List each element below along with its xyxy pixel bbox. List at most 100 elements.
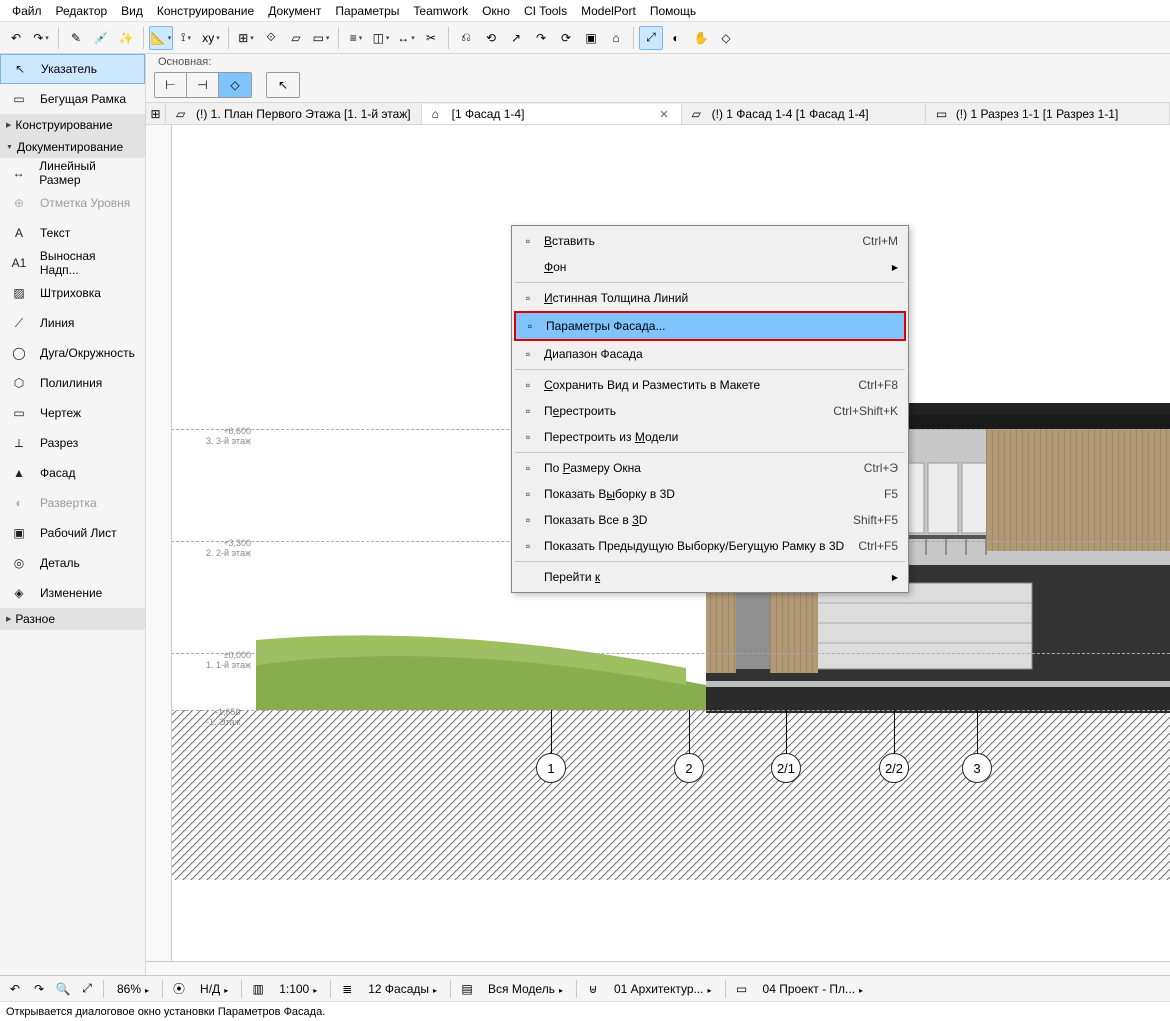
sb-zoom-fit[interactable]: ⤢ xyxy=(76,979,98,999)
tool-hatch[interactable]: ▨Штриховка xyxy=(0,278,145,308)
geom-mode-2[interactable]: ⊣ xyxy=(187,73,219,97)
viewport[interactable]: +6,6003. 3-й этаж+3,3002. 2-й этаж±0,000… xyxy=(146,125,1170,975)
trace-button[interactable]: ▱ xyxy=(284,26,308,50)
tab-1[interactable]: ⌂[1 Фасад 1-4]✕ xyxy=(422,104,682,125)
sb-redo[interactable]: ↷ xyxy=(28,979,50,999)
toggle-e[interactable]: ⟳ xyxy=(554,26,578,50)
eyedropper-button[interactable]: ✎ xyxy=(64,26,88,50)
toolbox-section-design[interactable]: Конструирование xyxy=(0,114,145,136)
grid-line xyxy=(977,710,978,754)
tab-grid-button[interactable]: ⊞ xyxy=(146,103,166,124)
ctx-item-11[interactable]: ▫По Размеру ОкнаCtrl+Э xyxy=(514,455,906,481)
ctx-item-3[interactable]: ▫Истинная Толщина Линий xyxy=(514,285,906,311)
geom-mode-3[interactable]: ◇ xyxy=(219,73,251,97)
ctx-item-0[interactable]: ▫ВставитьCtrl+M xyxy=(514,228,906,254)
sb-scale[interactable]: 1:100 xyxy=(271,982,325,996)
sb-model-icon[interactable]: ▤ xyxy=(456,979,478,999)
ctx-item-13[interactable]: ▫Показать Все в 3DShift+F5 xyxy=(514,507,906,533)
ctx-item-4[interactable]: ▫Параметры Фасада... xyxy=(514,311,906,341)
syringe-button[interactable]: 💉 xyxy=(89,26,113,50)
menu-view[interactable]: Вид xyxy=(115,2,149,20)
toolbox-section-misc[interactable]: Разное xyxy=(0,608,145,630)
toggle-d[interactable]: ↷ xyxy=(529,26,553,50)
menu-editor[interactable]: Редактор xyxy=(50,2,114,20)
toolbox-section-document[interactable]: Документирование xyxy=(0,136,145,158)
tab-3[interactable]: ▭(!) 1 Разрез 1-1 [1 Разрез 1-1] xyxy=(926,103,1170,124)
sb-model[interactable]: Вся Модель xyxy=(480,982,571,996)
toggle-b[interactable]: ⟲ xyxy=(479,26,503,50)
poly-icon: ⬡ xyxy=(8,374,30,392)
sb-sheet-icon[interactable]: ▭ xyxy=(731,979,753,999)
snap-button[interactable]: ⟐ xyxy=(259,26,283,50)
tab-0[interactable]: ▱(!) 1. План Первого Этажа [1. 1-й этаж] xyxy=(166,103,422,124)
toggle-c[interactable]: ↗ xyxy=(504,26,528,50)
sb-zoom-value[interactable]: 86% xyxy=(109,982,157,996)
tool-section[interactable]: ⟂Разрез xyxy=(0,428,145,458)
sb-zoom-out[interactable]: 🔍 xyxy=(52,979,74,999)
magic-wand-button[interactable]: ✨ xyxy=(114,26,138,50)
menu-teamwork[interactable]: Teamwork xyxy=(407,2,474,20)
tool-elevation[interactable]: ▲Фасад xyxy=(0,458,145,488)
ctx-item-8[interactable]: ▫ПерестроитьCtrl+Shift+K xyxy=(514,398,906,424)
redo-button[interactable]: ↷ xyxy=(29,26,53,50)
tool-text[interactable]: AТекст xyxy=(0,218,145,248)
menu-window[interactable]: Окно xyxy=(476,2,516,20)
tool-drawing[interactable]: ▭Чертеж xyxy=(0,398,145,428)
sb-orient[interactable]: ⦿ xyxy=(168,979,190,999)
menu-citools[interactable]: CI Tools xyxy=(518,2,573,20)
grid-button[interactable]: ⊞ xyxy=(234,26,258,50)
ctx-item-14[interactable]: ▫Показать Предыдущую Выборку/Бегущую Рам… xyxy=(514,533,906,559)
sb-project[interactable]: 04 Проект - Пл... xyxy=(755,982,872,996)
tool-label[interactable]: A1Выносная Надп... xyxy=(0,248,145,278)
menu-file[interactable]: Файл xyxy=(6,2,48,20)
sb-layers-icon[interactable]: ≣ xyxy=(336,979,358,999)
grid-bubble: 1 xyxy=(536,753,566,783)
ctx-item-1[interactable]: Фон xyxy=(514,254,906,280)
ruler-button[interactable]: 📐 xyxy=(149,26,173,50)
tab-2[interactable]: ▱(!) 1 Фасад 1-4 [1 Фасад 1-4] xyxy=(682,103,926,124)
layers-button[interactable]: ▭ xyxy=(309,26,333,50)
undo-button[interactable]: ↶ xyxy=(4,26,28,50)
ctx-item-5[interactable]: ▫Диапазон Фасада xyxy=(514,341,906,367)
sb-layer-combo[interactable]: 12 Фасады xyxy=(360,982,445,996)
toggle-a[interactable]: ⎌ xyxy=(454,26,478,50)
pan-button[interactable]: ✋ xyxy=(689,26,713,50)
menu-document[interactable]: Документ xyxy=(262,2,327,20)
misc-button[interactable]: ◇ xyxy=(714,26,738,50)
ctx-item-12[interactable]: ▫Показать Выборку в 3DF5 xyxy=(514,481,906,507)
ctx-item-7[interactable]: ▫Сохранить Вид и Разместить в МакетеCtrl… xyxy=(514,372,906,398)
menu-help[interactable]: Помощь xyxy=(644,2,702,20)
section-button[interactable]: ✂ xyxy=(419,26,443,50)
group-button[interactable]: ◫ xyxy=(369,26,393,50)
sb-view[interactable]: 01 Архитектур... xyxy=(606,982,720,996)
ctx-item-16[interactable]: Перейти к xyxy=(514,564,906,590)
measure-button[interactable]: ⟟ xyxy=(174,26,198,50)
dim-button[interactable]: ↔ xyxy=(394,26,418,50)
coord-button[interactable]: xy xyxy=(199,26,223,50)
toggle-f[interactable]: ▣ xyxy=(579,26,603,50)
tool-dim[interactable]: ↔Линейный Размер xyxy=(0,158,145,188)
tool-worksheet[interactable]: ▣Рабочий Лист xyxy=(0,518,145,548)
menu-design[interactable]: Конструирование xyxy=(151,2,260,20)
home-button[interactable]: ⌂ xyxy=(604,26,628,50)
tool-change[interactable]: ◈Изменение xyxy=(0,578,145,608)
tool-pointer[interactable]: ↖ Указатель xyxy=(0,54,145,84)
tool-arc[interactable]: ◯Дуга/Окружность xyxy=(0,338,145,368)
ctx-item-9[interactable]: ▫Перестроить из Модели xyxy=(514,424,906,450)
tool-poly[interactable]: ⬡Полилиния xyxy=(0,368,145,398)
tool-line[interactable]: ⟋Линия xyxy=(0,308,145,338)
zoom-extents-button[interactable]: ⤢ xyxy=(639,26,663,50)
tool-detail[interactable]: ◎Деталь xyxy=(0,548,145,578)
stairs-button[interactable]: ≡ xyxy=(344,26,368,50)
tab-close[interactable]: ✕ xyxy=(657,108,670,121)
geom-mode-1[interactable]: ⊢ xyxy=(155,73,187,97)
orbit-button[interactable]: ◐ xyxy=(664,26,688,50)
cursor-mode[interactable]: ↖ xyxy=(267,73,299,97)
sb-pen-icon[interactable]: ⊎ xyxy=(582,979,604,999)
menu-options[interactable]: Параметры xyxy=(329,2,405,20)
sb-angle[interactable]: Н/Д xyxy=(192,982,236,996)
tool-marquee[interactable]: ▭ Бегущая Рамка xyxy=(0,84,145,114)
sb-grid[interactable]: ▥ xyxy=(247,979,269,999)
menu-modelport[interactable]: ModelPort xyxy=(575,2,642,20)
sb-undo[interactable]: ↶ xyxy=(4,979,26,999)
